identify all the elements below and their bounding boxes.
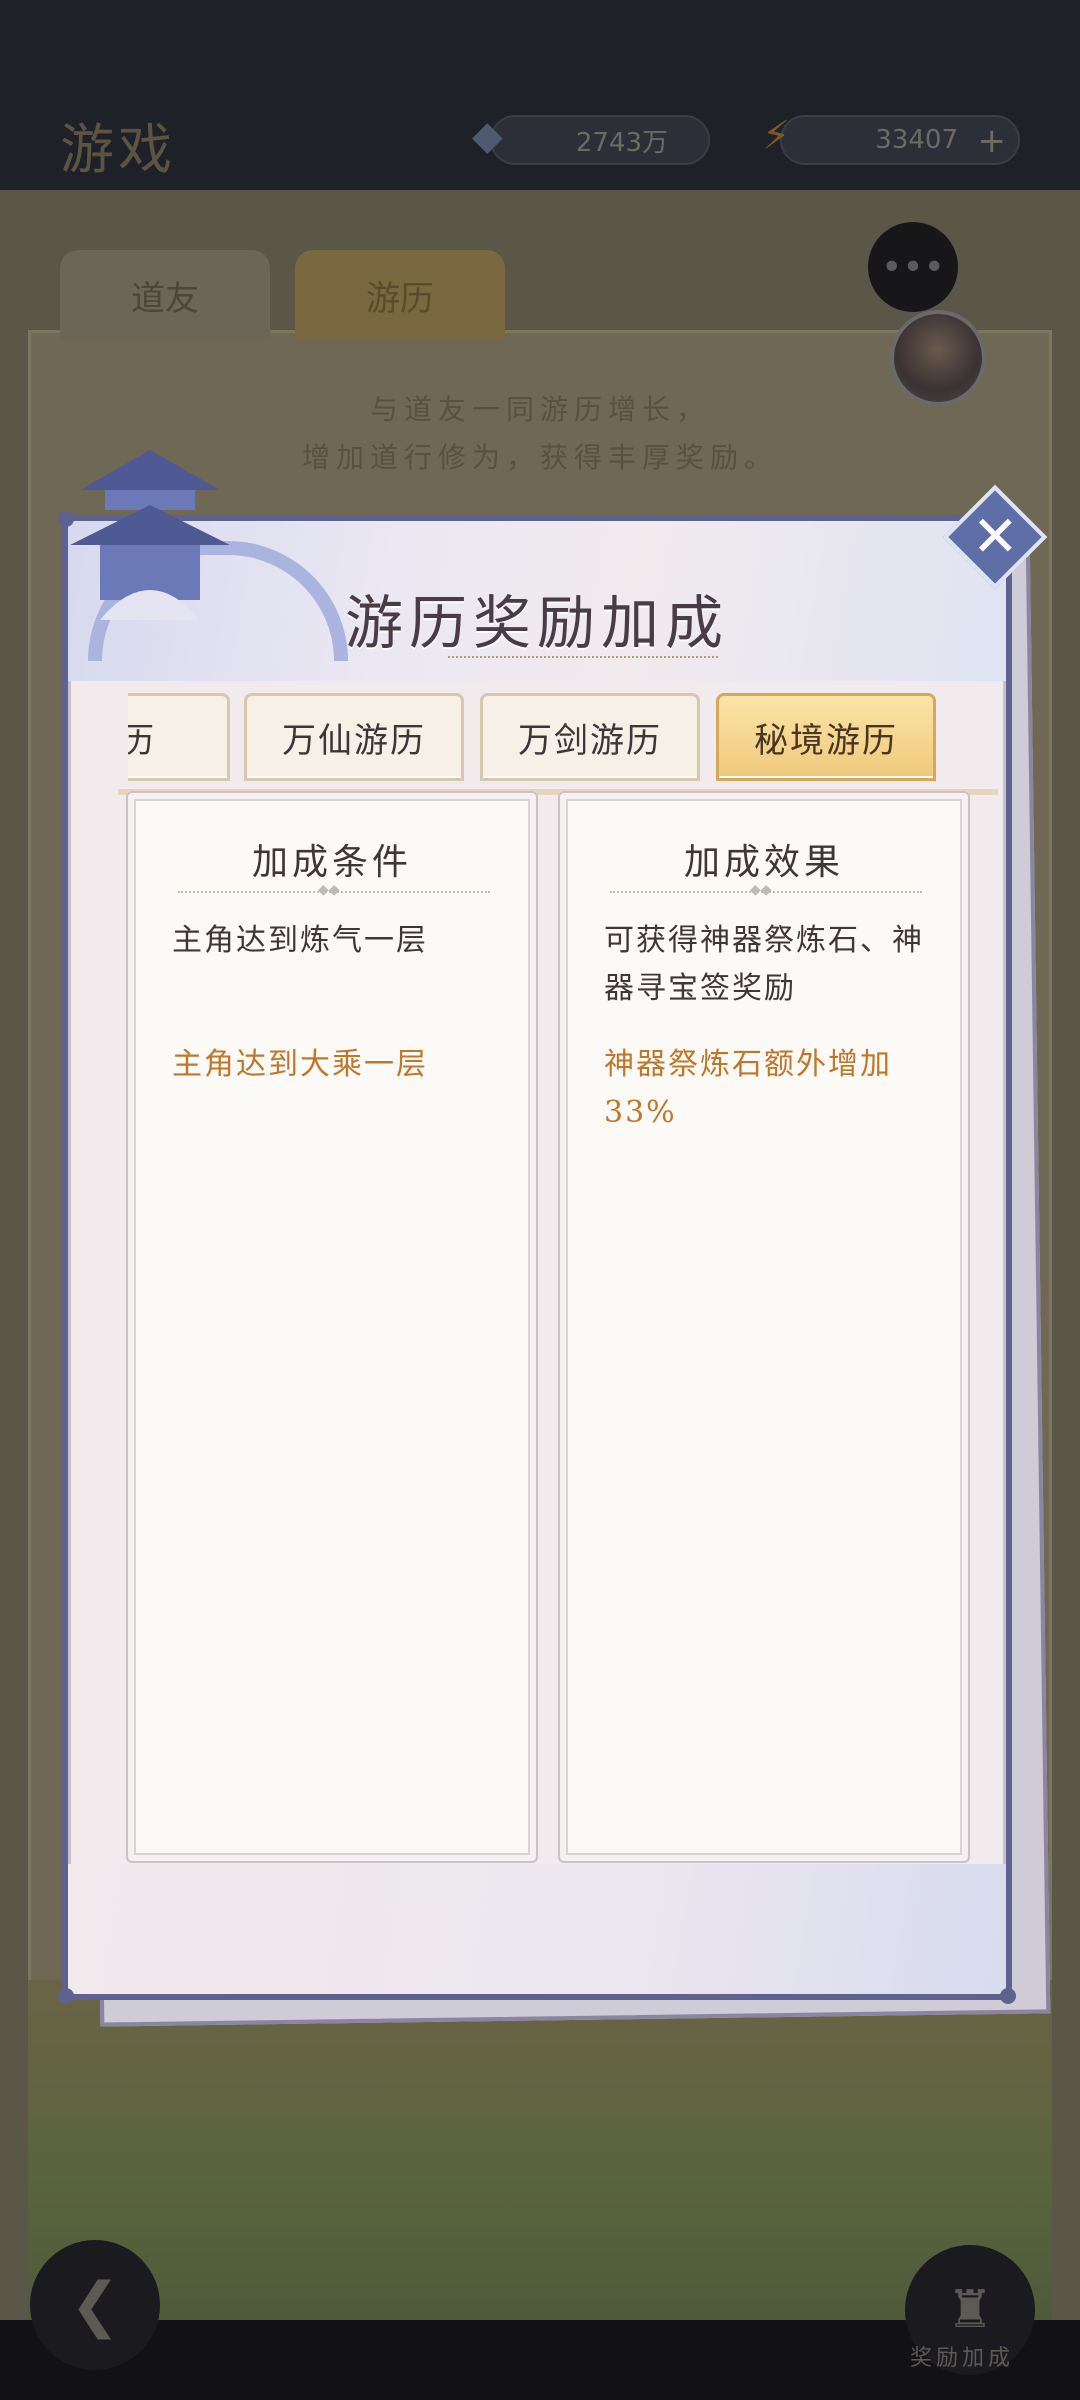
tab-wanxian-youli[interactable]: 万仙游历 [244, 693, 464, 781]
resource-1-value: 2743万 [575, 127, 668, 158]
reward-bonus-label: 奖励加成 [910, 2346, 1015, 2371]
effects-panel: 加成效果 可获得神器祭炼石、神器寻宝签奖励 神器祭炼石额外增加33% [558, 791, 970, 1863]
avatar [890, 310, 986, 406]
corner-ornament [58, 1988, 74, 2004]
lightning-icon: ⚡ [762, 113, 791, 159]
condition-item: 主角达到炼气一层 [172, 923, 428, 958]
resource-pill-1: ◆ 2743万 [472, 113, 710, 165]
chat-bubble-icon: ••• [868, 222, 958, 312]
tab-wanjian-youli[interactable]: 万剑游历 [480, 693, 700, 781]
background-tab-daoyou: 道友 [60, 250, 270, 340]
background-tab-youli: 游历 [295, 250, 505, 340]
conditions-divider [178, 882, 490, 901]
resource-2-value: 33407 [875, 125, 958, 155]
effects-divider [610, 882, 922, 901]
condition-item: 主角达到大乘一层 [172, 1047, 428, 1082]
conditions-header: 加成条件 [251, 842, 412, 883]
title-divider [448, 656, 718, 662]
effect-item: 神器祭炼石额外增加33% [604, 1047, 892, 1130]
crystal-icon: ◆ [472, 113, 503, 159]
effect-item: 可获得神器祭炼石、神器寻宝签奖励 [604, 923, 924, 1006]
effects-header: 加成效果 [683, 842, 844, 883]
close-icon: ✕ [971, 503, 1019, 569]
pavilion-icon [70, 450, 230, 620]
conditions-panel: 加成条件 主角达到炼气一层 主角达到大乘一层 [126, 791, 538, 1863]
modal-bottom-decoration [68, 1864, 1006, 1994]
plus-icon[interactable]: + [978, 121, 1007, 161]
tab-youli[interactable]: 游历 [128, 693, 230, 781]
corner-ornament [1000, 1988, 1016, 2004]
reward-bonus-modal: 游历奖励加成 游历 万仙游历 万剑游历 秘境游历 加成条件 主角达到炼气一层 主… [58, 511, 1016, 2004]
background-map [28, 1980, 1052, 2320]
tab-mijing-youli[interactable]: 秘境游历 [716, 693, 936, 781]
tab-strip: 游历 万仙游历 万剑游历 秘境游历 [128, 693, 1008, 793]
resource-pill-2: ⚡ 33407 + [762, 113, 1020, 165]
background-title: 游戏 [60, 118, 176, 181]
back-arrow-icon: ❮ [30, 2240, 160, 2370]
